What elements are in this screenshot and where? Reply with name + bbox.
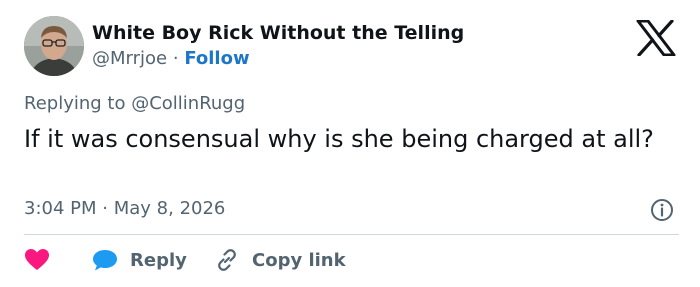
reply-label: Reply	[130, 249, 187, 271]
x-logo-icon[interactable]	[636, 20, 676, 56]
tweet-timestamp[interactable]: 3:04 PM · May 8, 2026	[24, 198, 225, 219]
link-icon	[218, 249, 236, 271]
avatar-photo	[24, 16, 84, 76]
avatar[interactable]	[24, 16, 84, 76]
replying-to-label[interactable]: Replying to @CollinRugg	[24, 93, 245, 114]
speech-bubble-icon	[93, 250, 117, 271]
tweet-text: If it was consensual why is she being ch…	[24, 125, 654, 153]
author-display-name[interactable]: White Boy Rick Without the Telling	[92, 22, 464, 44]
heart-icon	[25, 249, 49, 270]
handle-separator: ·	[172, 48, 179, 69]
tweet-actions-bar: Reply Copy link	[24, 245, 684, 275]
divider	[24, 234, 679, 235]
like-button[interactable]	[24, 245, 50, 275]
follow-button[interactable]: Follow	[184, 48, 249, 69]
author-handle[interactable]: @Mrrjoe	[92, 48, 167, 69]
tweet-time: 3:04 PM	[24, 198, 97, 219]
info-icon[interactable]	[650, 198, 674, 222]
timestamp-separator: ·	[102, 198, 108, 219]
author-handle-row: @Mrrjoe · Follow	[92, 48, 250, 69]
tweet-date: May 8, 2026	[113, 198, 226, 219]
copy-link-button[interactable]: Copy link	[214, 245, 346, 275]
copy-link-label: Copy link	[252, 249, 346, 271]
reply-button[interactable]: Reply	[92, 245, 187, 275]
